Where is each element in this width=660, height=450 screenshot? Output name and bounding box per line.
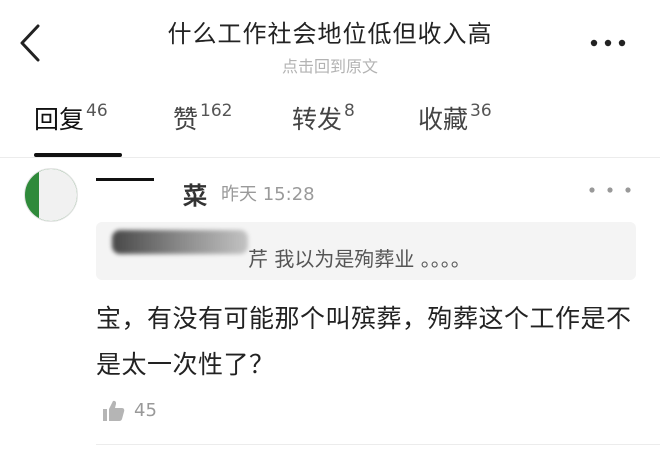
- comment-time: 昨天 15:28: [221, 184, 315, 205]
- tab-replies-count: 46: [86, 100, 108, 121]
- tab-likes-label: 赞: [173, 105, 199, 134]
- tab-likes[interactable]: 赞 162: [173, 100, 232, 136]
- tab-reposts-count: 8: [344, 100, 355, 121]
- tab-reposts-label: 转发: [292, 105, 343, 134]
- tab-divider: [0, 157, 660, 158]
- author-name-redacted: [96, 176, 180, 200]
- comment-body: 宝，有没有可能那个叫殡葬，殉葬这个工作是不是太一次性了？: [96, 304, 632, 379]
- thumbs-up-icon[interactable]: [100, 398, 126, 424]
- page-title: 什么工作社会地位低但收入高: [167, 20, 493, 48]
- tab-favorites-label: 收藏: [418, 105, 469, 134]
- tab-reposts[interactable]: 转发 8: [292, 100, 355, 136]
- more-dots-icon[interactable]: [588, 36, 628, 50]
- comment-author-name[interactable]: 菜: [183, 176, 207, 211]
- comment-divider: [96, 444, 660, 445]
- quoted-reply-text: 芹 我以为是殉葬业 。。。。: [248, 247, 471, 271]
- avatar[interactable]: [24, 168, 78, 222]
- comment-more-dots-icon[interactable]: [586, 184, 634, 196]
- tab-favorites-count: 36: [470, 100, 492, 121]
- avatar-redaction: [39, 169, 77, 221]
- tab-favorites[interactable]: 收藏 36: [418, 100, 492, 136]
- tab-replies-label: 回复: [34, 105, 85, 134]
- back-to-original-link[interactable]: 点击回到原文: [0, 53, 660, 77]
- tab-likes-count: 162: [200, 100, 233, 121]
- tab-replies[interactable]: 回复 46: [34, 100, 108, 136]
- like-count: 45: [134, 400, 157, 421]
- quoted-author-redacted: [112, 230, 248, 254]
